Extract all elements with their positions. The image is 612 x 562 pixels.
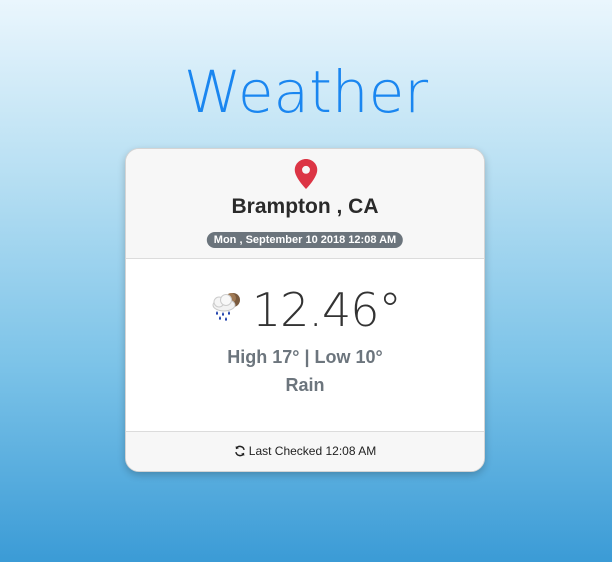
weather-card: Brampton , CA Mon , September 10 2018 12… <box>125 148 485 472</box>
card-footer: Last Checked 12:08 AM <box>126 431 484 471</box>
weather-condition: Rain <box>285 375 325 395</box>
rain-cloud-icon <box>212 293 241 321</box>
high-low-temperature: High 17° | Low 10° <box>227 347 383 367</box>
app-title: Weather <box>183 58 429 126</box>
last-checked-text: Last Checked 12:08 AM <box>248 444 377 458</box>
card-header: Brampton , CA Mon , September 10 2018 12… <box>126 149 484 259</box>
map-marker-icon <box>294 159 318 189</box>
current-temperature: 12.46° <box>251 283 402 337</box>
refresh-icon[interactable] <box>234 445 246 457</box>
card-body: 12.46° High 17° | Low 10° Rain <box>126 259 484 433</box>
location-name: Brampton , CA <box>231 195 379 218</box>
temperature-row: 12.46° <box>126 283 484 337</box>
date-badge: Mon , September 10 2018 12:08 AM <box>206 232 404 248</box>
